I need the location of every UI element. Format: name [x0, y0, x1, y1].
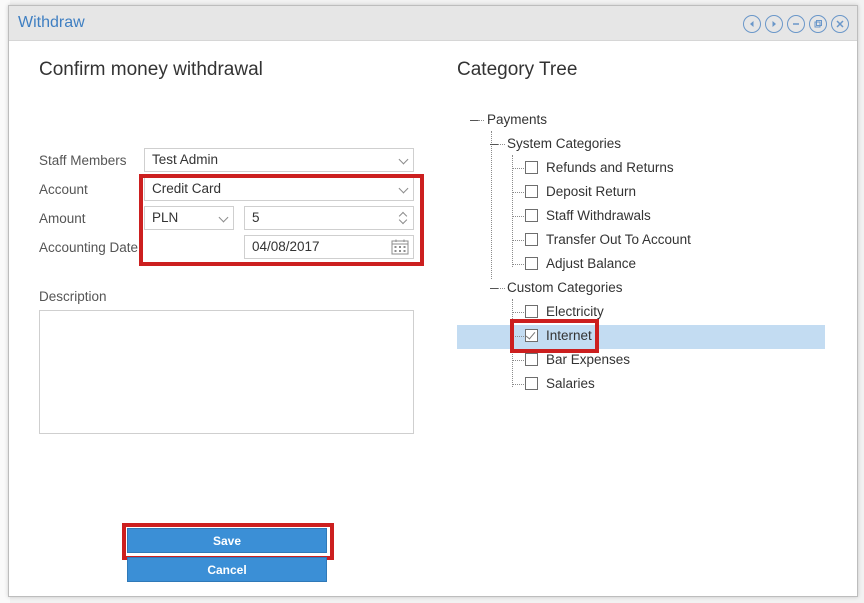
date-label: Accounting Date: [39, 240, 139, 255]
checkbox-refunds[interactable]: [525, 161, 538, 174]
cancel-button[interactable]: Cancel: [127, 557, 327, 582]
description-textarea[interactable]: [39, 310, 414, 434]
tree-item-refunds[interactable]: Refunds and Returns: [546, 158, 674, 178]
restore-icon[interactable]: [809, 15, 827, 33]
checkbox-bar-expenses[interactable]: [525, 353, 538, 366]
prev-icon[interactable]: [743, 15, 761, 33]
close-icon[interactable]: [831, 15, 849, 33]
dialog-title: Withdraw: [18, 14, 85, 31]
window-controls: [743, 15, 849, 33]
checkbox-adjust-balance[interactable]: [525, 257, 538, 270]
tree-item-salaries[interactable]: Salaries: [546, 374, 595, 394]
highlight-internet: [510, 319, 599, 353]
checkbox-electricity[interactable]: [525, 305, 538, 318]
checkbox-deposit-return[interactable]: [525, 185, 538, 198]
tree-item-staff-withdrawals[interactable]: Staff Withdrawals: [546, 206, 651, 226]
withdraw-dialog: Withdraw Confirm money withdrawal Staff …: [8, 5, 858, 597]
tree-node-payments[interactable]: Payments: [487, 110, 547, 130]
tree-item-transfer-out[interactable]: Transfer Out To Account: [546, 230, 691, 250]
staff-select[interactable]: Test Admin: [144, 148, 414, 172]
tree-line: [512, 155, 513, 267]
collapse-icon[interactable]: [490, 144, 498, 145]
checkbox-salaries[interactable]: [525, 377, 538, 390]
tree-item-adjust-balance[interactable]: Adjust Balance: [546, 254, 636, 274]
minimize-icon[interactable]: [787, 15, 805, 33]
tree-node-system-categories[interactable]: System Categories: [507, 134, 621, 154]
staff-value: Test Admin: [152, 152, 219, 167]
description-label: Description: [39, 289, 107, 304]
tree-item-deposit-return[interactable]: Deposit Return: [546, 182, 636, 202]
tree-heading: Category Tree: [457, 59, 578, 80]
next-icon[interactable]: [765, 15, 783, 33]
tree-node-custom-categories[interactable]: Custom Categories: [507, 278, 623, 298]
chevron-down-icon: [398, 154, 409, 165]
collapse-icon[interactable]: [490, 288, 498, 289]
checkbox-staff-withdrawals[interactable]: [525, 209, 538, 222]
highlight-account-fields: [139, 174, 424, 266]
highlight-save-button: [122, 523, 334, 560]
collapse-icon[interactable]: [470, 120, 478, 121]
amount-label: Amount: [39, 211, 86, 226]
staff-label: Staff Members: [39, 153, 127, 168]
form-heading: Confirm money withdrawal: [39, 59, 263, 80]
tree-item-bar-expenses[interactable]: Bar Expenses: [546, 350, 630, 370]
checkbox-transfer-out[interactable]: [525, 233, 538, 246]
tree-line: [491, 131, 492, 279]
account-label: Account: [39, 182, 88, 197]
dialog-titlebar: Withdraw: [9, 6, 857, 41]
